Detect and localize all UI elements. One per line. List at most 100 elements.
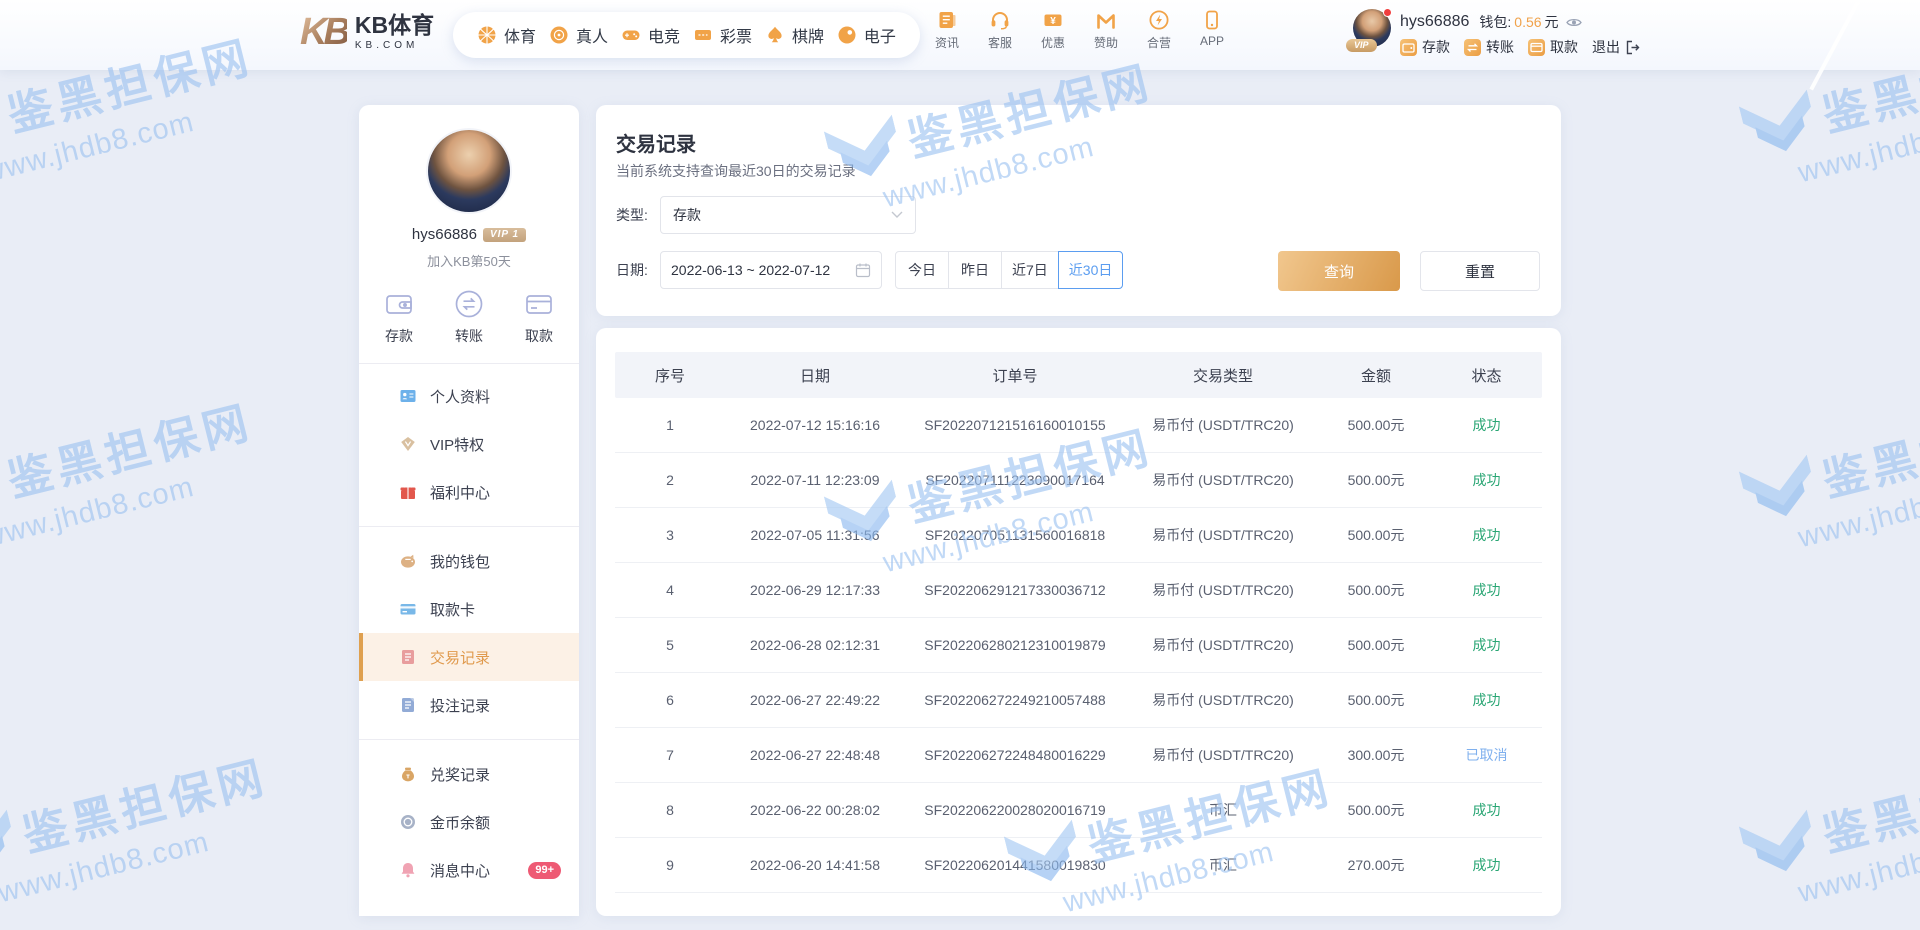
reset-button[interactable]: 重置 xyxy=(1420,251,1540,291)
quick-transfer[interactable]: 转账 xyxy=(453,288,485,346)
feature-links: 资讯 客服 ¥ 优惠 赞助 合营 APP xyxy=(925,9,1234,51)
sidebar-item-vip[interactable]: VIP特权 xyxy=(359,420,579,468)
feature-news[interactable]: 资讯 xyxy=(925,9,969,51)
feature-partner[interactable]: 合营 xyxy=(1137,9,1181,51)
page-subtitle: 当前系统支持查询最近30日的交易记录 xyxy=(616,163,856,179)
sidebar-item-label: 取款卡 xyxy=(430,601,476,619)
feature-label: 赞助 xyxy=(1093,36,1118,50)
nav-item-slots[interactable]: 电子 xyxy=(837,23,896,47)
feature-label: 合营 xyxy=(1146,36,1171,50)
nav-item-label: 电子 xyxy=(863,29,896,46)
divider xyxy=(359,526,579,527)
eye-icon[interactable] xyxy=(1565,16,1582,29)
sidebar-item-label: 我的钱包 xyxy=(430,553,491,571)
gift-icon xyxy=(399,483,417,501)
watermark: 鉴黑担保网 www.jhdb8.com xyxy=(0,737,321,921)
sidebar-item-label: 兑奖记录 xyxy=(430,766,491,784)
transfer-button[interactable]: 转账 xyxy=(1464,37,1514,57)
transactions-table-panel: 序号 日期 订单号 交易类型 金额 状态 1 2022-07-12 15:16:1… xyxy=(596,328,1561,916)
nav-item-live[interactable]: 真人 xyxy=(549,23,608,47)
sidebar-item-label: 福利中心 xyxy=(430,484,491,502)
wallet-icon xyxy=(383,288,415,320)
spade-icon xyxy=(765,25,785,45)
divider xyxy=(359,739,579,740)
quick-withdraw[interactable]: 取款 xyxy=(523,288,555,346)
chevron-down-icon xyxy=(891,211,903,219)
avatar[interactable]: VIP xyxy=(1346,8,1392,52)
feature-promo[interactable]: ¥ 优惠 xyxy=(1031,9,1075,51)
status-badge: 成功 xyxy=(1472,417,1501,433)
nav-item-lottery[interactable]: 彩票 xyxy=(693,23,752,47)
id-card-icon xyxy=(399,387,417,405)
status-badge: 成功 xyxy=(1472,472,1501,488)
sidebar-item-profile[interactable]: 个人资料 xyxy=(359,372,579,420)
coin-icon xyxy=(399,813,417,831)
logout-label: 退出 xyxy=(1592,39,1620,55)
preset-yesterday[interactable]: 昨日 xyxy=(948,251,1002,289)
sidebar-item-messages[interactable]: 消息中心 99+ xyxy=(359,846,579,894)
col-header-date: 日期 xyxy=(799,367,830,385)
nav-item-poker[interactable]: 棋牌 xyxy=(765,23,824,47)
date-range-input[interactable]: 2022-06-13 ~ 2022-07-12 xyxy=(660,251,882,289)
logout-button[interactable]: 退出 xyxy=(1592,37,1640,57)
feature-label: 资讯 xyxy=(934,36,959,50)
type-select[interactable]: 存款 xyxy=(660,196,916,234)
divider xyxy=(359,363,579,364)
feature-label: APP xyxy=(1199,34,1224,48)
status-badge: 成功 xyxy=(1472,857,1501,873)
quick-label: 转账 xyxy=(455,328,483,344)
transfer-label: 转账 xyxy=(1486,39,1514,55)
sidebar-item-prizes[interactable]: 兑奖记录 xyxy=(359,750,579,798)
sidebar-item-wallet[interactable]: 我的钱包 xyxy=(359,537,579,585)
preset-7days[interactable]: 近7日 xyxy=(1001,251,1059,289)
table-row: 6 2022-06-27 22:49:22 SF202206272249210057… xyxy=(615,673,1542,728)
piggy-bank-icon xyxy=(399,552,417,570)
page-title: 交易记录 xyxy=(616,134,696,156)
brand-domain: KB.COM xyxy=(354,39,419,51)
money-bag-icon xyxy=(399,765,417,783)
table-row: 3 2022-07-05 11:31:56 SF202207051131560016… xyxy=(615,508,1542,563)
quick-actions: 存款 转账 取款 xyxy=(359,288,579,346)
vip-level-badge: VIP 1 xyxy=(482,227,527,242)
transfer-icon xyxy=(1464,38,1481,56)
preset-30days[interactable]: 近30日 xyxy=(1057,251,1124,289)
sidebar-item-label: 金币余额 xyxy=(430,814,491,832)
watermark: 鉴黑担保网 www.jhdb8.com xyxy=(1738,382,1920,566)
username: hys66886 xyxy=(1400,13,1470,30)
date-label: 日期: xyxy=(616,262,648,278)
vip-ribbon: VIP xyxy=(1346,39,1377,52)
slots-icon xyxy=(837,25,857,45)
sidebar-item-gold-balance[interactable]: 金币余额 xyxy=(359,798,579,846)
brand-logo[interactable]: KB KB体育 KB.COM xyxy=(300,13,434,51)
game-nav: 体育 真人 电竞 彩票 棋牌 电子 xyxy=(453,12,920,58)
sidebar-item-transactions[interactable]: 交易记录 xyxy=(359,633,579,681)
wallet-balance: 钱包: 0.56 元 xyxy=(1479,12,1582,32)
unread-badge: 99+ xyxy=(528,861,561,879)
deposit-button[interactable]: 存款 xyxy=(1400,37,1450,57)
preset-today[interactable]: 今日 xyxy=(895,251,949,289)
withdraw-button[interactable]: 取款 xyxy=(1528,37,1578,57)
feature-label: 客服 xyxy=(987,36,1012,50)
card-icon xyxy=(399,600,417,618)
table-header-row: 序号 日期 订单号 交易类型 金额 状态 xyxy=(615,352,1542,398)
profile-avatar[interactable] xyxy=(428,130,510,212)
withdraw-icon xyxy=(1528,38,1545,56)
sidebar-item-label: 投注记录 xyxy=(430,697,491,715)
sidebar-item-bets[interactable]: 投注记录 xyxy=(359,681,579,729)
nav-item-sports[interactable]: 体育 xyxy=(477,23,536,47)
feature-app[interactable]: APP xyxy=(1190,9,1234,51)
bank-card-icon xyxy=(523,288,555,320)
feature-sponsor[interactable]: 赞助 xyxy=(1084,9,1128,51)
table-row: 4 2022-06-29 12:17:33 SF202206291217330036… xyxy=(615,563,1542,618)
sidebar-item-withdraw-card[interactable]: 取款卡 xyxy=(359,585,579,633)
feature-service[interactable]: 客服 xyxy=(978,9,1022,51)
watermark: 鉴黑担保网 www.jhdb8.com xyxy=(0,382,306,566)
nav-item-esports[interactable]: 电竞 xyxy=(621,23,680,47)
decor-streak xyxy=(1809,0,1865,91)
sidebar-item-welfare[interactable]: 福利中心 xyxy=(359,468,579,516)
table-row: 5 2022-06-28 02:12:31 SF202206280212310019… xyxy=(615,618,1542,673)
date-range-value: 2022-06-13 ~ 2022-07-12 xyxy=(671,262,831,278)
quick-deposit[interactable]: 存款 xyxy=(383,288,415,346)
sidebar-item-label: 消息中心 xyxy=(430,862,491,880)
query-button[interactable]: 查询 xyxy=(1278,251,1400,291)
